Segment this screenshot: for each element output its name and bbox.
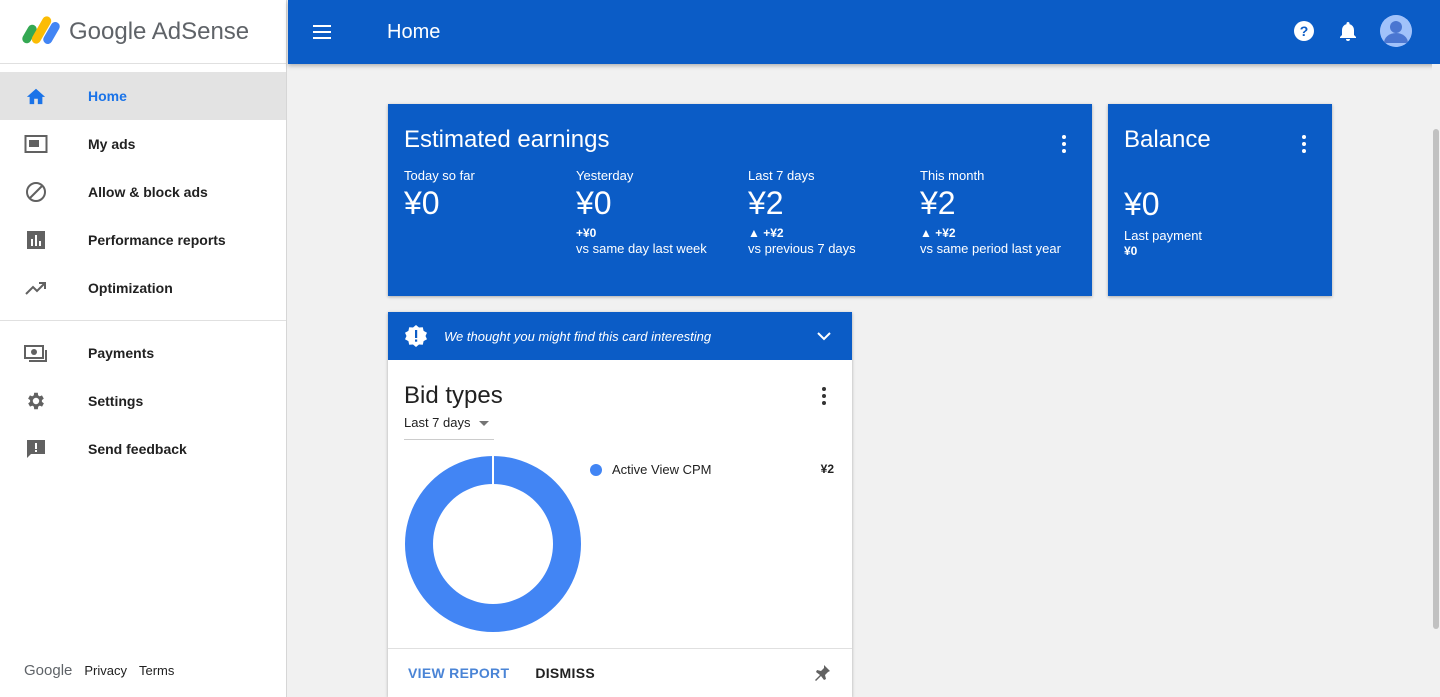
- block-icon: [24, 180, 48, 204]
- period-comparison: vs same period last year: [920, 241, 1061, 256]
- pin-icon[interactable]: [810, 661, 834, 685]
- legend-label: Active View CPM: [612, 462, 712, 477]
- feedback-icon: [24, 437, 48, 461]
- sidebar-item-label: Payments: [88, 345, 155, 361]
- period-comparison: vs same day last week: [576, 241, 707, 256]
- bid-types-card: We thought you might find this card inte…: [388, 312, 852, 697]
- dropdown-caret-icon: [478, 421, 489, 426]
- sidebar-item-settings[interactable]: Settings: [0, 377, 286, 425]
- period-value: ¥0: [404, 185, 440, 221]
- home-icon: [24, 84, 48, 108]
- sidebar-footer: Google Privacy Terms: [24, 662, 186, 679]
- legend-item: Active View CPM: [590, 462, 711, 477]
- menu-icon[interactable]: [310, 20, 334, 44]
- sidebar-item-label: Home: [88, 88, 127, 104]
- more-options-icon[interactable]: [1052, 132, 1076, 156]
- brand[interactable]: Google AdSense: [0, 0, 286, 64]
- estimated-earnings-card: Estimated earnings Today so far ¥0 Yeste…: [388, 104, 1092, 296]
- period-label: Yesterday: [576, 168, 634, 183]
- scrollbar[interactable]: [1432, 64, 1440, 697]
- sidebar-item-performance-reports[interactable]: Performance reports: [0, 216, 286, 264]
- sidebar: Google AdSense Home My ads Allow & block…: [0, 0, 287, 697]
- earnings-today: Today so far ¥0: [404, 168, 576, 222]
- date-range-dropdown[interactable]: Last 7 days: [404, 415, 494, 440]
- balance-title: Balance: [1124, 126, 1211, 153]
- sidebar-item-label: Performance reports: [88, 232, 226, 248]
- nav-group-primary: Home My ads Allow & block ads Performanc…: [0, 64, 286, 321]
- sidebar-item-send-feedback[interactable]: Send feedback: [0, 425, 286, 473]
- app-bar: Home ?: [288, 0, 1440, 64]
- trending-up-icon: [24, 276, 48, 300]
- sidebar-item-allow-block-ads[interactable]: Allow & block ads: [0, 168, 286, 216]
- privacy-link[interactable]: Privacy: [84, 663, 127, 678]
- period-value: ¥2: [920, 185, 956, 221]
- view-report-button[interactable]: VIEW REPORT: [408, 665, 509, 681]
- bid-types-donut-chart: [404, 455, 581, 632]
- sidebar-item-optimization[interactable]: Optimization: [0, 264, 286, 312]
- scrollbar-thumb[interactable]: [1433, 129, 1439, 629]
- period-value: ¥2: [748, 185, 784, 221]
- earnings-last-7-days: Last 7 days ¥2 ▲ +¥2 vs previous 7 days: [748, 168, 920, 256]
- period-label: Today so far: [404, 168, 475, 183]
- alert-badge-icon: [404, 324, 428, 348]
- gear-icon: [24, 389, 48, 413]
- notifications-icon[interactable]: [1336, 19, 1360, 43]
- avatar[interactable]: [1380, 15, 1412, 47]
- period-label: This month: [920, 168, 985, 183]
- sidebar-item-payments[interactable]: Payments: [0, 329, 286, 377]
- adsense-logo: [20, 14, 62, 47]
- suggestion-banner[interactable]: We thought you might find this card inte…: [388, 312, 852, 360]
- balance-value: ¥0: [1124, 186, 1160, 222]
- sidebar-item-label: Optimization: [88, 280, 173, 296]
- chevron-down-icon[interactable]: [812, 324, 836, 348]
- app-bar-actions: ?: [1272, 15, 1412, 47]
- google-wordmark: Google: [24, 662, 73, 679]
- earnings-title: Estimated earnings: [404, 126, 610, 153]
- banner-text: We thought you might find this card inte…: [444, 328, 712, 344]
- earnings-yesterday: Yesterday ¥0 +¥0 vs same day last week: [576, 168, 748, 256]
- page-title: Home: [387, 20, 441, 43]
- earnings-this-month: This month ¥2 ▲ +¥2 vs same period last …: [920, 168, 1092, 256]
- ad-unit-icon: [24, 132, 48, 156]
- last-payment-value: ¥0: [1124, 244, 1138, 258]
- balance-card: Balance ¥0 Last payment ¥0: [1108, 104, 1332, 296]
- sidebar-item-home[interactable]: Home: [0, 72, 286, 120]
- dismiss-button[interactable]: DISMISS: [535, 665, 595, 681]
- sidebar-item-label: Allow & block ads: [88, 184, 208, 200]
- help-icon[interactable]: ?: [1292, 19, 1316, 43]
- period-value: ¥0: [576, 185, 612, 221]
- nav-group-secondary: Payments Settings Send feedback: [0, 321, 286, 481]
- card-actions: VIEW REPORT DISMISS: [388, 648, 852, 697]
- last-payment-label: Last payment: [1124, 228, 1203, 243]
- period-delta: ▲ +¥2: [748, 226, 784, 240]
- svg-text:?: ?: [1300, 23, 1309, 39]
- bar-chart-icon: [24, 228, 48, 252]
- period-label: Last 7 days: [748, 168, 815, 183]
- more-options-icon[interactable]: [1292, 132, 1316, 156]
- period-delta: ▲ +¥2: [920, 226, 956, 240]
- payments-icon: [24, 341, 48, 365]
- period-comparison: vs previous 7 days: [748, 241, 856, 256]
- brand-name: Google AdSense: [69, 17, 250, 45]
- sidebar-item-label: Send feedback: [88, 441, 187, 457]
- sidebar-item-my-ads[interactable]: My ads: [0, 120, 286, 168]
- period-delta: +¥0: [576, 226, 597, 240]
- legend-value: ¥2: [820, 462, 834, 476]
- terms-link[interactable]: Terms: [139, 663, 174, 678]
- sidebar-item-label: Settings: [88, 393, 144, 409]
- date-range-value: Last 7 days: [404, 415, 471, 430]
- legend-swatch: [590, 463, 602, 476]
- sidebar-item-label: My ads: [88, 136, 136, 152]
- card-title: Bid types: [404, 382, 503, 409]
- more-options-icon[interactable]: [812, 384, 836, 408]
